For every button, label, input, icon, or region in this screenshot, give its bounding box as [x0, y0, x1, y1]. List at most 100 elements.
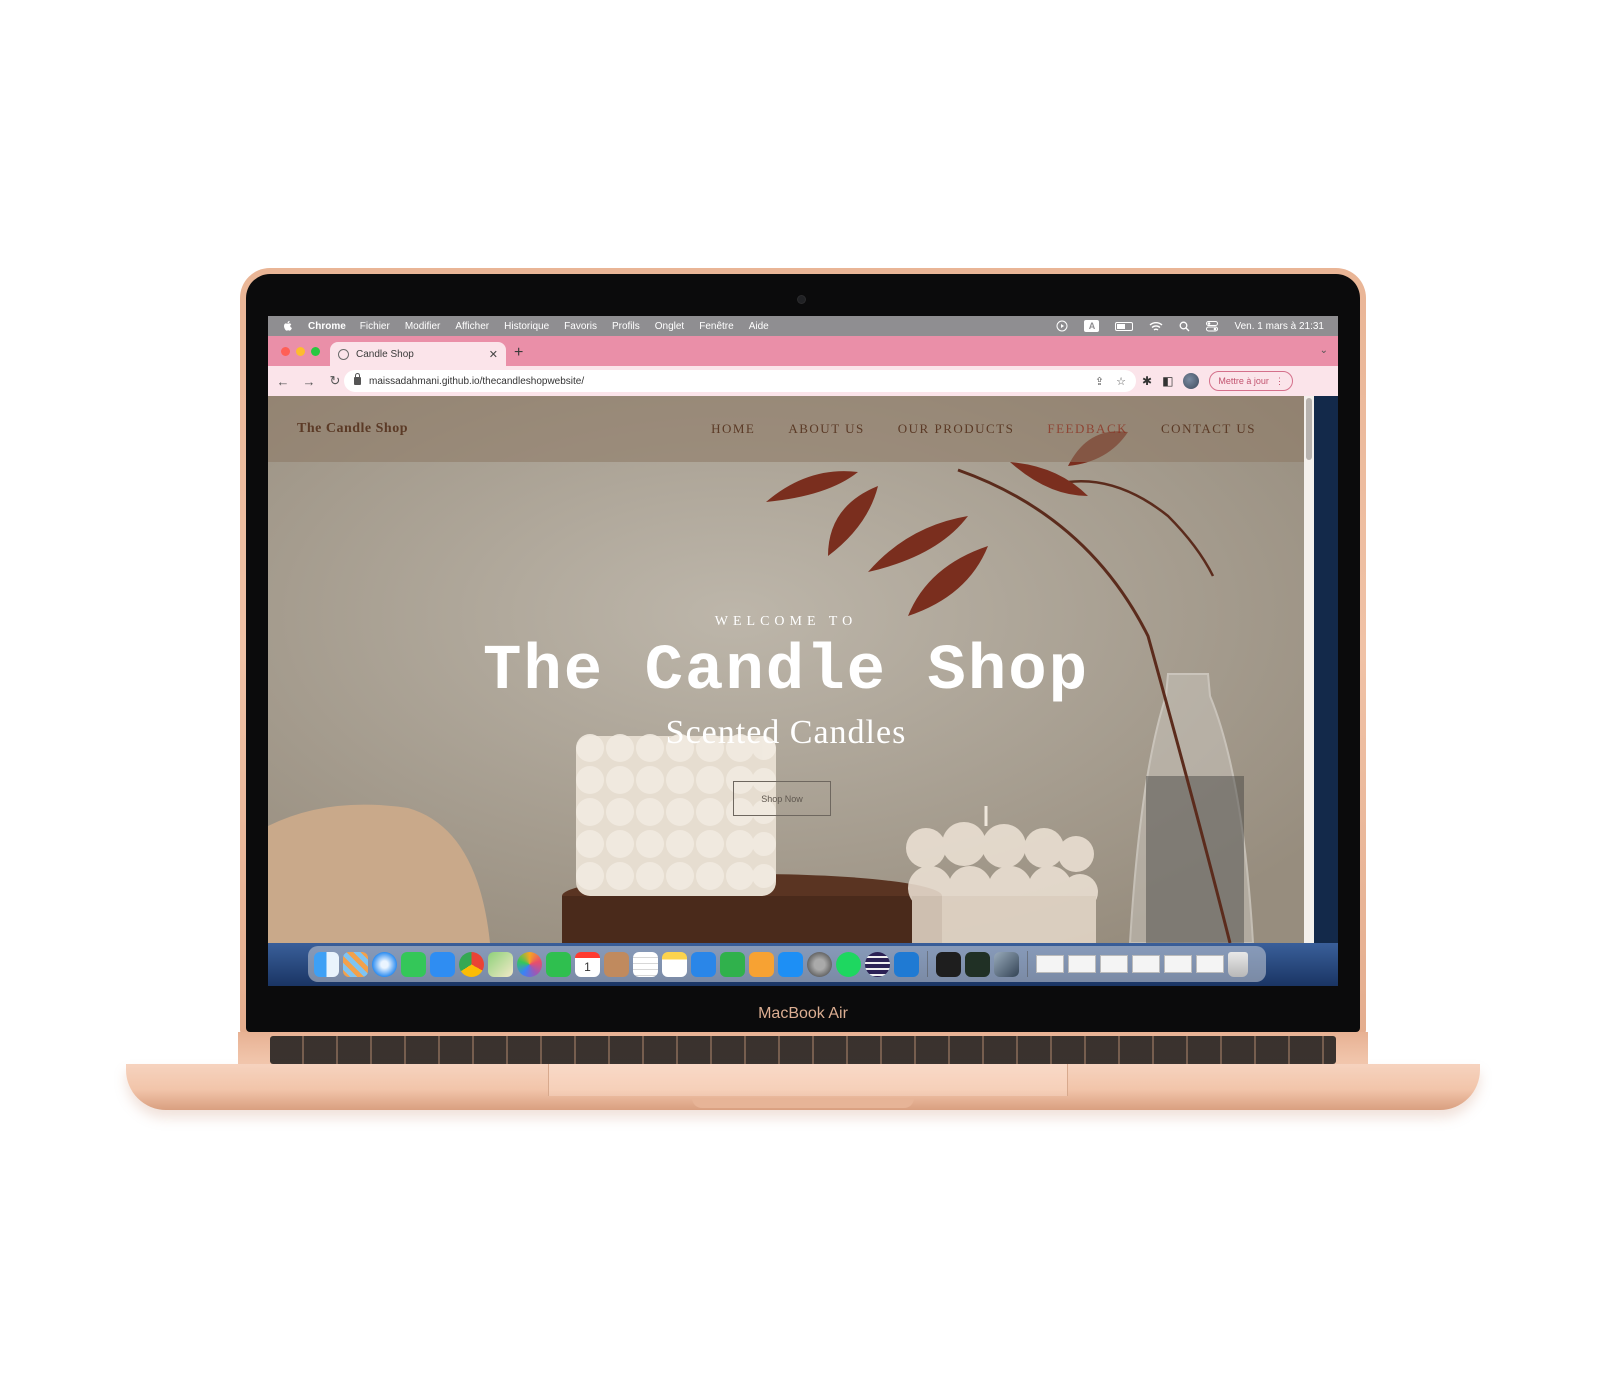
preview-icon[interactable] — [994, 951, 1019, 977]
menu-favoris[interactable]: Favoris — [564, 321, 597, 332]
device-model-label: MacBook Air — [758, 1005, 848, 1022]
bookmark-star-icon[interactable]: ☆ — [1116, 375, 1126, 388]
menu-modifier[interactable]: Modifier — [405, 321, 441, 332]
back-arrow-icon[interactable]: ← — [272, 374, 294, 389]
address-bar[interactable]: maissadahmani.github.io/thecandleshopweb… — [344, 370, 1136, 392]
forward-arrow-icon[interactable]: → — [298, 374, 320, 389]
finder-icon[interactable] — [314, 951, 339, 977]
spotify-icon[interactable] — [836, 951, 861, 977]
keyboard — [270, 1036, 1336, 1064]
input-source-icon[interactable]: A — [1084, 320, 1100, 332]
nav-link-our-products[interactable]: OUR PRODUCTS — [898, 421, 1015, 437]
minimized-window-thumbnail[interactable] — [1068, 955, 1096, 973]
menu-bar-clock[interactable]: Ven. 1 mars à 21:31 — [1234, 321, 1324, 332]
trackpad — [548, 1064, 1068, 1096]
apple-icon[interactable] — [282, 320, 294, 332]
tab-candle-shop[interactable]: Candle Shop ✕ — [330, 342, 506, 366]
dock-separator — [1027, 951, 1028, 977]
minimized-window-thumbnail[interactable] — [1036, 955, 1064, 973]
spotlight-search-icon[interactable] — [1179, 321, 1190, 332]
mac-menu-bar: Chrome Fichier Modifier Afficher Histori… — [268, 316, 1338, 336]
menu-historique[interactable]: Historique — [504, 321, 549, 332]
menu-fenetre[interactable]: Fenêtre — [699, 321, 733, 332]
launchpad-icon[interactable] — [343, 951, 368, 977]
extensions-puzzle-icon[interactable]: ✱ — [1142, 374, 1152, 388]
nav-link-home[interactable]: HOME — [711, 421, 755, 437]
update-chrome-button[interactable]: Mettre à jour ⋮ — [1209, 371, 1293, 391]
nav-link-contact-us[interactable]: CONTACT US — [1161, 421, 1256, 437]
desktop-wallpaper: 1 — [268, 943, 1338, 986]
trash-icon[interactable] — [1228, 951, 1248, 977]
scrollbar-thumb[interactable] — [1306, 398, 1312, 460]
wifi-icon[interactable] — [1149, 321, 1163, 332]
control-center-icon[interactable] — [1206, 320, 1219, 332]
pages-icon[interactable] — [749, 951, 774, 977]
messages-icon[interactable] — [401, 951, 426, 977]
menu-profils[interactable]: Profils — [612, 321, 640, 332]
vscode-icon[interactable] — [894, 951, 919, 977]
site-brand-logo[interactable]: The Candle Shop — [297, 421, 408, 437]
minimized-window-thumbnail[interactable] — [1196, 955, 1224, 973]
screen-recording-icon[interactable] — [1056, 320, 1068, 332]
menu-onglet[interactable]: Onglet — [655, 321, 684, 332]
tab-title: Candle Shop — [356, 348, 414, 360]
minimize-window-button[interactable] — [296, 347, 305, 356]
menu-aide[interactable]: Aide — [749, 321, 769, 332]
web-page-viewport: The Candle Shop HOME ABOUT US OUR PRODUC… — [268, 396, 1338, 943]
webcam-icon — [798, 296, 805, 303]
mail-icon[interactable] — [430, 951, 455, 977]
keynote-icon[interactable] — [691, 951, 716, 977]
dock-separator — [927, 951, 928, 977]
profile-avatar[interactable] — [1183, 373, 1200, 389]
terminal-icon[interactable] — [936, 951, 961, 977]
share-icon[interactable]: ⇪ — [1095, 375, 1104, 388]
notes-icon[interactable] — [662, 951, 687, 977]
hero-subtitle: Scented Candles — [665, 714, 907, 751]
safari-icon[interactable] — [372, 951, 397, 977]
menu-bar-status: A Ven. 1 mars à 21:31 — [1056, 316, 1324, 336]
site-navbar: The Candle Shop HOME ABOUT US OUR PRODUC… — [268, 396, 1304, 462]
minimized-window-thumbnail[interactable] — [1100, 955, 1128, 973]
desktop-gutter — [1314, 396, 1338, 943]
close-tab-icon[interactable]: ✕ — [489, 348, 498, 361]
battery-icon[interactable] — [1115, 321, 1134, 331]
nav-link-about-us[interactable]: ABOUT US — [788, 421, 864, 437]
close-window-button[interactable] — [281, 347, 290, 356]
minimized-window-thumbnail[interactable] — [1132, 955, 1160, 973]
globe-icon — [338, 348, 349, 360]
side-panel-icon[interactable]: ◧ — [1162, 374, 1173, 388]
chrome-icon[interactable] — [459, 951, 484, 977]
update-button-label: Mettre à jour — [1218, 376, 1269, 386]
activity-monitor-icon[interactable] — [965, 951, 990, 977]
eclipse-icon[interactable] — [865, 951, 890, 977]
reminders-icon[interactable] — [633, 951, 658, 977]
minimized-window-thumbnail[interactable] — [1164, 955, 1192, 973]
photos-icon[interactable] — [517, 951, 542, 977]
lock-icon[interactable] — [354, 373, 361, 385]
numbers-icon[interactable] — [720, 951, 745, 977]
calendar-icon[interactable]: 1 — [575, 951, 600, 977]
app-store-icon[interactable] — [778, 951, 803, 977]
menu-afficher[interactable]: Afficher — [455, 321, 489, 332]
facetime-icon[interactable] — [546, 951, 571, 977]
url-text[interactable]: maissadahmani.github.io/thecandleshopweb… — [369, 376, 1083, 387]
zoom-window-button[interactable] — [311, 347, 320, 356]
menu-fichier[interactable]: Fichier — [360, 321, 390, 332]
contacts-icon[interactable] — [604, 951, 629, 977]
page-scrollbar[interactable] — [1304, 396, 1314, 943]
nav-link-feedback[interactable]: FEEDBACK — [1047, 421, 1128, 437]
tab-search-chevron-icon[interactable]: ⌄ — [1320, 345, 1328, 356]
shop-now-button[interactable]: Shop Now — [733, 781, 831, 816]
menu-app-chrome[interactable]: Chrome — [308, 321, 346, 332]
hero-kicker: WELCOME TO — [714, 614, 858, 629]
site-nav-links: HOME ABOUT US OUR PRODUCTS FEEDBACK CONT… — [711, 421, 1256, 437]
lid-opening-notch — [692, 1098, 914, 1108]
more-menu-icon[interactable]: ⋮ — [1275, 376, 1284, 387]
browser-toolbar: ← → ↻ maissadahmani.github.io/thecandles… — [268, 366, 1338, 396]
new-tab-button[interactable]: + — [514, 344, 523, 362]
system-preferences-icon[interactable] — [807, 951, 832, 977]
reload-icon[interactable]: ↻ — [324, 373, 346, 389]
maps-icon[interactable] — [488, 951, 513, 977]
dock: 1 — [308, 946, 1266, 982]
hero-title: The Candle Shop — [482, 636, 1090, 708]
